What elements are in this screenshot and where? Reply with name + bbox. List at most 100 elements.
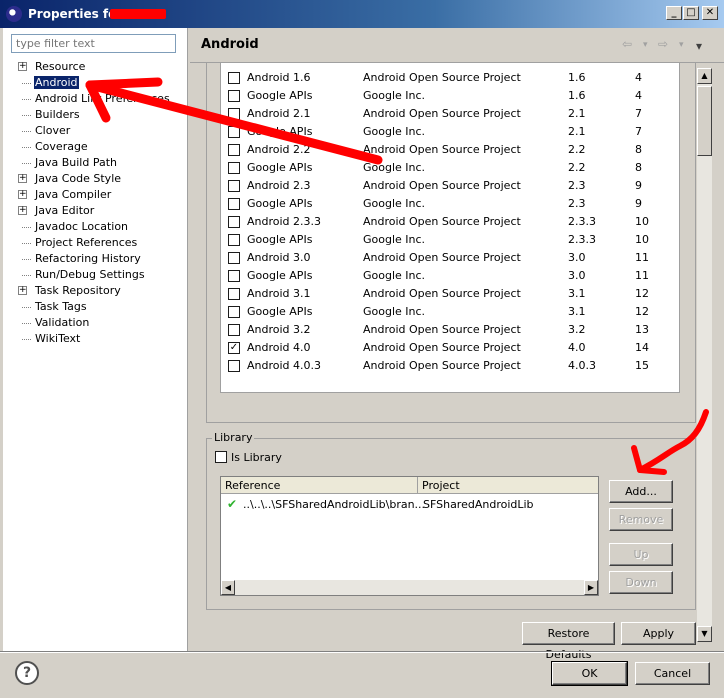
tree-item[interactable]: Android — [0, 75, 185, 91]
target-checkbox[interactable] — [228, 90, 240, 102]
project-column-header[interactable]: Project — [418, 477, 598, 494]
tree-item[interactable]: Run/Debug Settings — [0, 267, 185, 283]
scroll-down-arrow-icon[interactable]: ▼ — [697, 626, 712, 642]
is-library-checkbox[interactable] — [215, 451, 227, 463]
target-checkbox[interactable] — [228, 72, 240, 84]
target-checkbox[interactable] — [228, 144, 240, 156]
table-row[interactable]: Android 2.2 Android Open Source Project 2.… — [221, 141, 679, 159]
table-row[interactable]: Android 1.6 Android Open Source Project 1.… — [221, 69, 679, 87]
title-bar[interactable]: Properties for _ □ ✕ — [0, 0, 724, 28]
target-checkbox[interactable] — [228, 288, 240, 300]
tree-item[interactable]: Javadoc Location — [0, 219, 185, 235]
table-row[interactable]: Android 2.3 Android Open Source Project 2.… — [221, 177, 679, 195]
tree-item[interactable]: + Java Compiler — [0, 187, 185, 203]
tree-item[interactable]: Clover — [0, 123, 185, 139]
table-row[interactable]: Android 3.1 Android Open Source Project 3.… — [221, 285, 679, 303]
page-vertical-scrollbar[interactable]: ▲ ▼ — [697, 68, 712, 642]
target-name-cell: Google APIs — [247, 161, 313, 174]
close-button[interactable]: ✕ — [702, 6, 718, 20]
build-target-table[interactable]: Android 1.6 Android Open Source Project 1.… — [220, 63, 680, 393]
reference-cell: ..\..\..\SFSharedAndroidLib\bran... — [243, 498, 426, 511]
tree-item[interactable]: WikiText — [0, 331, 185, 347]
table-row[interactable]: Android 2.1 Android Open Source Project 2.… — [221, 105, 679, 123]
tree-item[interactable]: Project References — [0, 235, 185, 251]
table-row[interactable]: Google APIs Google Inc. 3.1 12 — [221, 303, 679, 321]
target-vendor-cell: Android Open Source Project — [363, 359, 521, 372]
scroll-thumb[interactable] — [697, 86, 712, 156]
tree-connector — [22, 275, 31, 276]
project-cell: SFSharedAndroidLib — [423, 498, 534, 511]
help-icon[interactable]: ? — [15, 661, 39, 685]
view-menu-icon[interactable]: ▾ — [696, 39, 702, 53]
target-checkbox[interactable] — [228, 126, 240, 138]
expand-icon[interactable]: + — [18, 286, 27, 295]
table-row[interactable]: Google APIs Google Inc. 2.2 8 — [221, 159, 679, 177]
tree-item[interactable]: + Resource — [0, 59, 185, 75]
tree-item-label: Validation — [35, 316, 90, 329]
tree-item[interactable]: Java Build Path — [0, 155, 185, 171]
tree-item[interactable]: Validation — [0, 315, 185, 331]
table-row[interactable]: Google APIs Google Inc. 1.6 4 — [221, 87, 679, 105]
back-arrow-icon[interactable]: ⇦ — [622, 37, 632, 51]
table-row[interactable]: Google APIs Google Inc. 3.0 11 — [221, 267, 679, 285]
target-checkbox[interactable] — [228, 306, 240, 318]
filter-input[interactable] — [11, 34, 176, 53]
remove-library-button[interactable]: Remove — [609, 508, 673, 531]
ok-button[interactable]: OK — [551, 661, 628, 686]
tree-item[interactable]: Task Tags — [0, 299, 185, 315]
target-checkbox[interactable] — [228, 324, 240, 336]
scroll-up-arrow-icon[interactable]: ▲ — [697, 68, 712, 84]
scroll-left-arrow-icon[interactable]: ◀ — [221, 580, 235, 595]
tree-item[interactable]: Android Lint Preferences — [0, 91, 185, 107]
tree-item[interactable]: Coverage — [0, 139, 185, 155]
back-menu-icon[interactable]: ▾ — [643, 40, 648, 50]
table-row[interactable]: Android 3.2 Android Open Source Project 3.… — [221, 321, 679, 339]
is-library-label[interactable]: Is Library — [231, 451, 282, 464]
scroll-right-arrow-icon[interactable]: ▶ — [584, 580, 598, 595]
minimize-button[interactable]: _ — [666, 6, 682, 20]
maximize-button[interactable]: □ — [683, 6, 699, 20]
table-row[interactable]: Android 2.3.3 Android Open Source Project… — [221, 213, 679, 231]
table-row[interactable]: Android 3.0 Android Open Source Project 3.… — [221, 249, 679, 267]
apply-button[interactable]: Apply — [621, 622, 696, 645]
target-checkbox[interactable] — [228, 162, 240, 174]
forward-arrow-icon[interactable]: ⇨ — [658, 37, 668, 51]
expand-icon[interactable]: + — [18, 62, 27, 71]
target-api-cell: 11 — [635, 251, 649, 264]
tree-item[interactable]: Builders — [0, 107, 185, 123]
table-row[interactable]: ✔ ..\..\..\SFSharedAndroidLib\bran... SF… — [221, 495, 598, 513]
target-platform-cell: 3.2 — [568, 323, 586, 336]
table-row[interactable]: Google APIs Google Inc. 2.1 7 — [221, 123, 679, 141]
move-down-button[interactable]: Down — [609, 571, 673, 594]
target-checkbox[interactable] — [228, 198, 240, 210]
reference-horizontal-scrollbar[interactable]: ◀ ▶ — [221, 580, 598, 595]
tree-item[interactable]: Refactoring History — [0, 251, 185, 267]
tree-item[interactable]: + Java Code Style — [0, 171, 185, 187]
target-checkbox[interactable] — [228, 180, 240, 192]
move-up-button[interactable]: Up — [609, 543, 673, 566]
target-checkbox[interactable] — [228, 270, 240, 282]
tree-item[interactable]: + Java Editor — [0, 203, 185, 219]
forward-menu-icon[interactable]: ▾ — [679, 40, 684, 50]
cancel-button[interactable]: Cancel — [635, 662, 710, 685]
tree-connector — [22, 99, 31, 100]
add-library-button[interactable]: Add... — [609, 480, 673, 503]
table-row[interactable]: Android 4.0.3 Android Open Source Project… — [221, 357, 679, 375]
target-checkbox[interactable] — [228, 234, 240, 246]
table-row[interactable]: Google APIs Google Inc. 2.3 9 — [221, 195, 679, 213]
tree-item[interactable]: + Task Repository — [0, 283, 185, 299]
table-row[interactable]: ✓ Android 4.0 Android Open Source Project 4… — [221, 339, 679, 357]
table-row[interactable]: Google APIs Google Inc. 2.3.3 10 — [221, 231, 679, 249]
target-checkbox[interactable] — [228, 108, 240, 120]
library-reference-table[interactable]: Reference Project ✔ ..\..\..\SFSharedAnd… — [220, 476, 599, 596]
target-checkbox[interactable] — [228, 360, 240, 372]
target-checkbox[interactable] — [228, 252, 240, 264]
expand-icon[interactable]: + — [18, 206, 27, 215]
reference-column-header[interactable]: Reference — [221, 477, 418, 494]
target-checkbox[interactable]: ✓ — [228, 342, 240, 354]
restore-defaults-button[interactable]: Restore Defaults — [522, 622, 615, 661]
tree-item-label: Java Build Path — [35, 156, 118, 169]
expand-icon[interactable]: + — [18, 190, 27, 199]
target-checkbox[interactable] — [228, 216, 240, 228]
expand-icon[interactable]: + — [18, 174, 27, 183]
